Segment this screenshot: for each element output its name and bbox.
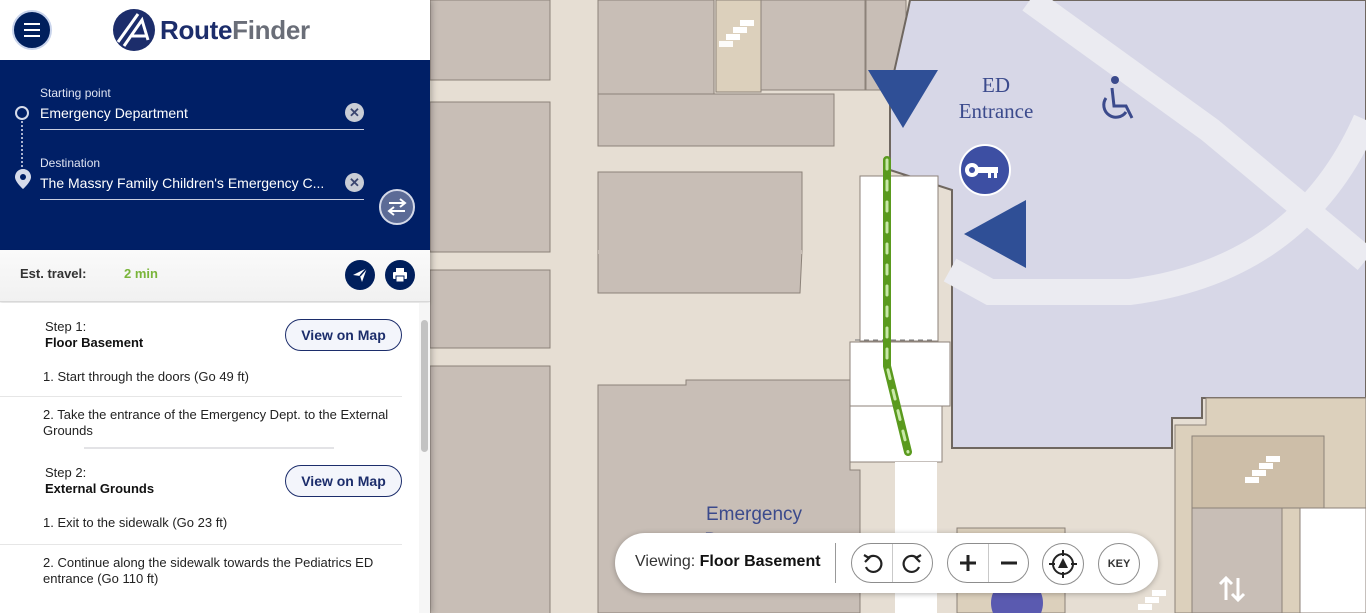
plus-icon <box>960 555 976 571</box>
send-directions-button[interactable] <box>345 260 375 290</box>
travel-time: 2 min <box>124 266 158 281</box>
view-on-map-button[interactable]: View on Map <box>285 465 402 497</box>
step-header: Step 2: External Grounds View on Map <box>0 449 430 503</box>
ed-label-line2: Entrance <box>958 99 1034 123</box>
instruction-item[interactable]: 1. Exit to the sidewalk (Go 23 ft) <box>0 503 402 545</box>
instruction-item[interactable]: 2. Continue along the sidewalk towards t… <box>0 545 430 595</box>
current-floor-indicator: Viewing: Floor Basement <box>635 553 821 571</box>
map-controls: Viewing: Floor Basement KEY <box>615 533 1158 593</box>
minus-icon <box>1000 561 1017 565</box>
step-number: Step 1: <box>45 319 87 334</box>
zoom-out-button[interactable] <box>988 544 1028 582</box>
locate-icon <box>1049 550 1077 578</box>
instruction-item[interactable]: 2. Take the entrance of the Emergency De… <box>0 397 430 447</box>
swap-route-button[interactable] <box>379 189 415 225</box>
step-number: Step 2: <box>45 465 87 480</box>
floor-plan <box>430 0 1366 613</box>
instruction-item[interactable]: 1. Start through the doors (Go 49 ft) <box>0 363 402 397</box>
app-title: RouteFinder <box>160 15 310 46</box>
step-header: Step 1: Floor Basement View on Map <box>0 303 430 363</box>
step-title: External Grounds <box>45 481 155 496</box>
map-canvas[interactable]: ED Entrance Emergency Department <box>430 0 1366 613</box>
destination-input[interactable] <box>40 175 330 199</box>
step-1: Step 1: Floor Basement View on Map 1. St… <box>0 303 430 447</box>
rotate-controls <box>851 543 933 583</box>
rotate-right-button[interactable] <box>892 544 932 582</box>
clear-start-button[interactable]: ✕ <box>345 103 364 122</box>
rotate-left-button[interactable] <box>852 544 892 582</box>
route-finder-app: ED Entrance Emergency Department RouteFi… <box>0 0 1366 613</box>
recenter-button[interactable] <box>1042 543 1084 585</box>
viewing-floor: Floor Basement <box>699 553 821 570</box>
zoom-controls <box>947 543 1029 583</box>
view-on-map-button[interactable]: View on Map <box>285 319 402 351</box>
starting-point-input[interactable] <box>40 105 330 129</box>
hamburger-icon <box>24 21 40 39</box>
rotate-left-icon <box>863 554 883 574</box>
viewing-label: Viewing: <box>635 553 696 570</box>
destination-pin-icon <box>15 169 31 189</box>
controls-divider <box>835 543 836 583</box>
ed-label-line1: ED <box>982 73 1010 97</box>
travel-label: Est. travel: <box>20 266 87 281</box>
top-bar: RouteFinder <box>0 0 430 60</box>
send-icon <box>353 267 368 282</box>
zoom-in-button[interactable] <box>948 544 988 582</box>
start-point-icon <box>15 106 29 120</box>
destination-label: Destination <box>40 156 101 170</box>
starting-point-label: Starting point <box>40 86 111 100</box>
route-connector <box>21 121 23 167</box>
app-logo: RouteFinder <box>112 8 310 52</box>
map-key-button[interactable]: KEY <box>1098 543 1140 585</box>
printer-icon <box>393 268 407 283</box>
emergency-label-line1: Emergency <box>705 504 803 525</box>
app-title-finder: Finder <box>232 14 310 45</box>
step-title: Floor Basement <box>45 335 144 350</box>
ed-entrance-label: ED Entrance <box>950 72 1042 124</box>
app-title-route: Route <box>160 14 233 45</box>
print-button[interactable] <box>385 260 415 290</box>
swap-arrows-icon <box>387 198 407 216</box>
menu-button[interactable] <box>12 10 52 50</box>
destination-field: Destination ✕ <box>40 156 364 200</box>
steps-scrollbar-thumb[interactable] <box>421 320 428 452</box>
steps-list[interactable]: Step 1: Floor Basement View on Map 1. St… <box>0 303 430 613</box>
starting-point-field: Starting point ✕ <box>40 86 364 130</box>
rotate-right-icon <box>902 554 922 574</box>
step-2: Step 2: External Grounds View on Map 1. … <box>0 449 430 595</box>
clear-destination-button[interactable]: ✕ <box>345 173 364 192</box>
routefinder-logo-icon <box>113 9 155 51</box>
travel-summary: Est. travel: 2 min <box>0 250 430 302</box>
route-form: Starting point ✕ Destination ✕ <box>0 60 430 250</box>
